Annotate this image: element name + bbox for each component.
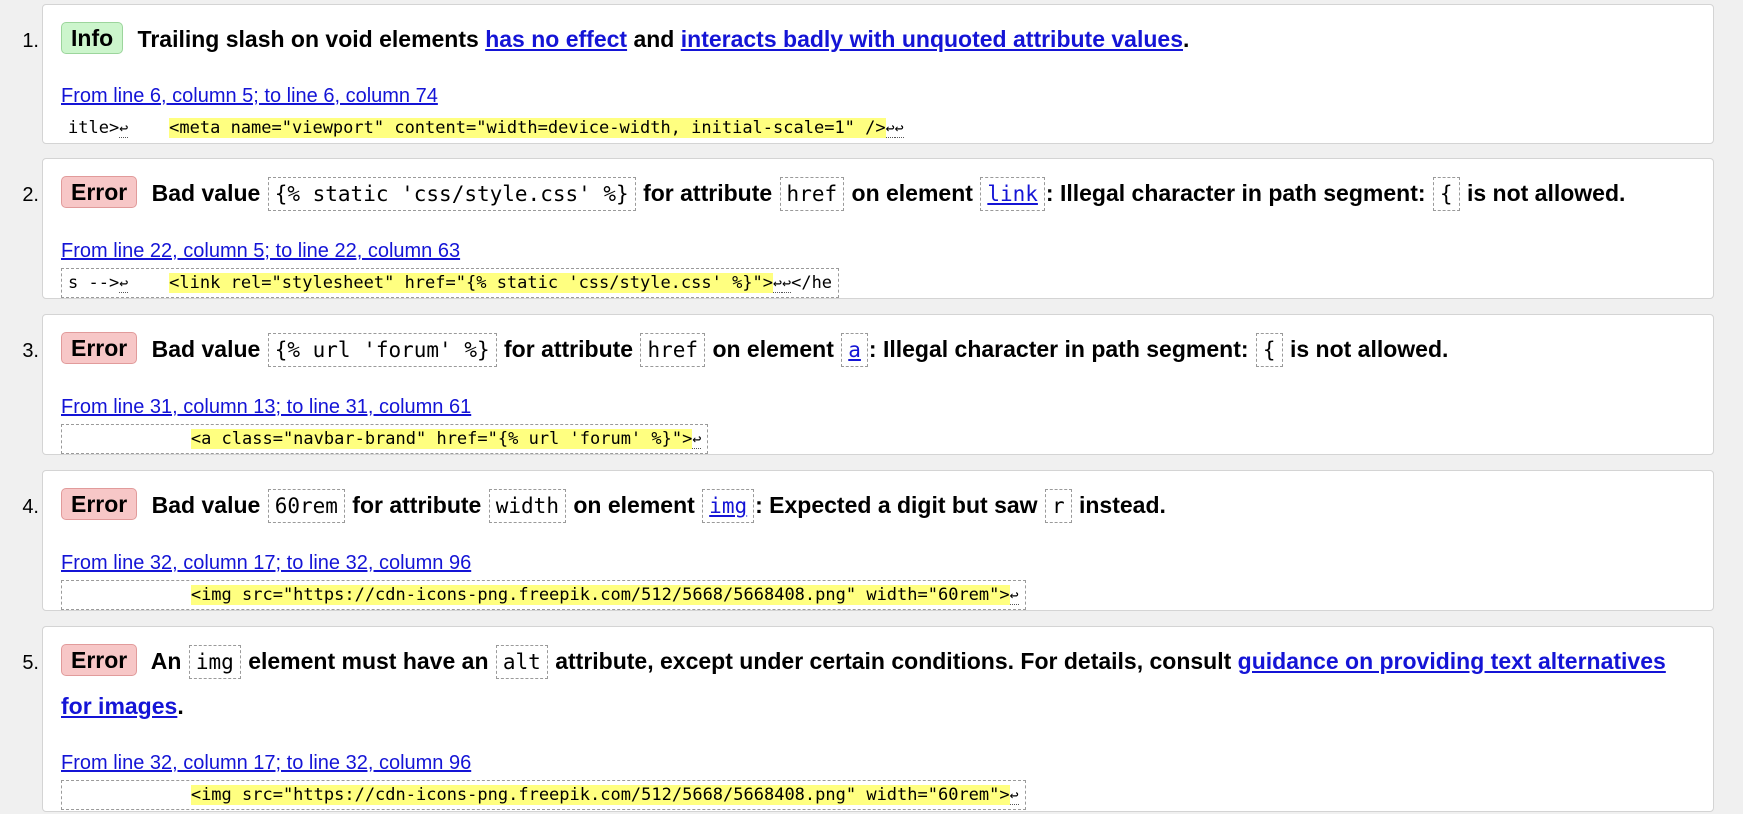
char-code: { bbox=[1255, 333, 1283, 367]
line-feed-icon: ↩ bbox=[119, 119, 129, 138]
attribute-code: href bbox=[640, 333, 706, 367]
message-title: Info Trailing slash on void elements has… bbox=[61, 17, 1695, 61]
has-no-effect-link[interactable]: has no effect bbox=[485, 26, 627, 52]
attribute-code: href bbox=[779, 177, 845, 211]
message-error-4: 4. Error Bad value 60rem for attribute w… bbox=[22, 470, 1714, 611]
message-text: Bad value bbox=[151, 492, 261, 518]
message-text: attribute, except under certain conditio… bbox=[555, 648, 1232, 674]
message-text: : Illegal character in path segment: bbox=[868, 336, 1249, 362]
element-link[interactable]: img bbox=[701, 489, 755, 523]
element-link[interactable]: link bbox=[979, 177, 1046, 211]
message-number: 3. bbox=[22, 340, 39, 362]
message-text: for attribute bbox=[504, 336, 634, 362]
message-text: Trailing slash on void elements bbox=[137, 26, 479, 52]
message-text: on element bbox=[851, 180, 973, 206]
line-feed-icon: ↩ bbox=[692, 430, 702, 449]
highlighted-code: <meta name="viewport" content="width=dev… bbox=[169, 118, 886, 138]
message-text: for attribute bbox=[352, 492, 482, 518]
line-feed-icon: ↩ bbox=[773, 274, 783, 293]
extract-after: </he bbox=[791, 273, 833, 293]
extract-before: itle> bbox=[68, 118, 120, 138]
message-number: 1. bbox=[22, 30, 39, 52]
message-text: on element bbox=[712, 336, 834, 362]
line-feed-icon: ↩ bbox=[1009, 786, 1019, 805]
highlighted-code: <link rel="stylesheet" href="{% static '… bbox=[169, 273, 774, 293]
message-text: : Expected a digit but saw bbox=[755, 492, 1038, 518]
line-feed-icon: ↩ bbox=[894, 119, 904, 138]
attribute-code: width bbox=[488, 489, 566, 523]
extract-indent bbox=[128, 118, 169, 138]
error-badge: Error bbox=[61, 644, 138, 676]
message-error-5: 5. Error An img element must have an alt… bbox=[22, 626, 1714, 812]
message-text: Bad value bbox=[151, 336, 261, 362]
source-location-link[interactable]: From line 22, column 5; to line 22, colu… bbox=[61, 239, 1695, 263]
line-feed-icon: ↩ bbox=[1009, 586, 1019, 605]
code-extract: itle>↩ <meta name="viewport" content="wi… bbox=[61, 113, 911, 143]
message-text: on element bbox=[573, 492, 695, 518]
code-extract: <img src="https://cdn-icons-png.freepik.… bbox=[61, 780, 1026, 810]
error-badge: Error bbox=[61, 176, 138, 208]
message-text: instead. bbox=[1078, 492, 1166, 518]
char-code: r bbox=[1044, 489, 1072, 523]
message-number: 5. bbox=[22, 652, 39, 674]
message-title: Error Bad value 60rem for attribute widt… bbox=[61, 483, 1695, 528]
message-title: Error Bad value {% static 'css/style.css… bbox=[61, 171, 1695, 216]
message-title: Error Bad value {% url 'forum' %} for at… bbox=[61, 327, 1695, 372]
info-badge: Info bbox=[61, 22, 124, 54]
code-extract: <img src="https://cdn-icons-png.freepik.… bbox=[61, 580, 1026, 610]
bad-value-code: {% static 'css/style.css' %} bbox=[267, 177, 636, 211]
extract-indent bbox=[128, 273, 169, 293]
highlighted-code: <img src="https://cdn-icons-png.freepik.… bbox=[190, 585, 1010, 605]
message-text: is not allowed. bbox=[1289, 336, 1449, 362]
extract-indent bbox=[68, 785, 191, 805]
element-code: link bbox=[980, 177, 1045, 211]
message-text: for attribute bbox=[643, 180, 773, 206]
message-title: Error An img element must have an alt at… bbox=[61, 639, 1695, 728]
error-badge: Error bbox=[61, 332, 138, 364]
message-info-1: 1. Info Trailing slash on void elements … bbox=[22, 4, 1714, 144]
message-text: . bbox=[177, 693, 184, 719]
message-text: Bad value bbox=[151, 180, 261, 206]
message-number: 4. bbox=[22, 496, 39, 518]
message-text: element must have an bbox=[248, 648, 489, 674]
element-code: a bbox=[841, 333, 868, 367]
source-location-link[interactable]: From line 32, column 17; to line 32, col… bbox=[61, 551, 1695, 575]
extract-before: s --> bbox=[68, 273, 120, 293]
message-error-3: 3. Error Bad value {% url 'forum' %} for… bbox=[22, 314, 1714, 455]
element-link[interactable]: a bbox=[840, 333, 869, 367]
extract-indent bbox=[68, 429, 191, 449]
message-text: An bbox=[150, 648, 182, 674]
bad-value-code: 60rem bbox=[267, 489, 345, 523]
line-feed-icon: ↩ bbox=[119, 274, 129, 293]
message-text: . bbox=[1183, 26, 1190, 52]
highlighted-code: <img src="https://cdn-icons-png.freepik.… bbox=[190, 785, 1010, 805]
element-code: img bbox=[188, 645, 241, 679]
line-feed-icon: ↩ bbox=[782, 274, 792, 293]
source-location-link[interactable]: From line 31, column 13; to line 31, col… bbox=[61, 395, 1695, 419]
attribute-code: alt bbox=[495, 645, 548, 679]
line-feed-icon: ↩ bbox=[885, 119, 895, 138]
element-code: img bbox=[702, 489, 755, 523]
highlighted-code: <a class="navbar-brand" href="{% url 'fo… bbox=[190, 429, 693, 449]
char-code: { bbox=[1432, 177, 1460, 211]
extract-indent bbox=[68, 585, 191, 605]
error-badge: Error bbox=[61, 488, 138, 520]
source-location-link[interactable]: From line 32, column 17; to line 32, col… bbox=[61, 751, 1695, 775]
source-location-link[interactable]: From line 6, column 5; to line 6, column… bbox=[61, 84, 1695, 108]
message-number: 2. bbox=[22, 184, 39, 206]
code-extract: <a class="navbar-brand" href="{% url 'fo… bbox=[61, 424, 709, 454]
message-text: is not allowed. bbox=[1466, 180, 1626, 206]
code-extract: s -->↩ <link rel="stylesheet" href="{% s… bbox=[61, 268, 840, 298]
bad-value-code: {% url 'forum' %} bbox=[267, 333, 497, 367]
message-text: and bbox=[633, 26, 675, 52]
unquoted-attribute-values-link[interactable]: interacts badly with unquoted attribute … bbox=[681, 26, 1183, 52]
message-error-2: 2. Error Bad value {% static 'css/style.… bbox=[22, 158, 1714, 299]
message-text: : Illegal character in path segment: bbox=[1045, 180, 1426, 206]
